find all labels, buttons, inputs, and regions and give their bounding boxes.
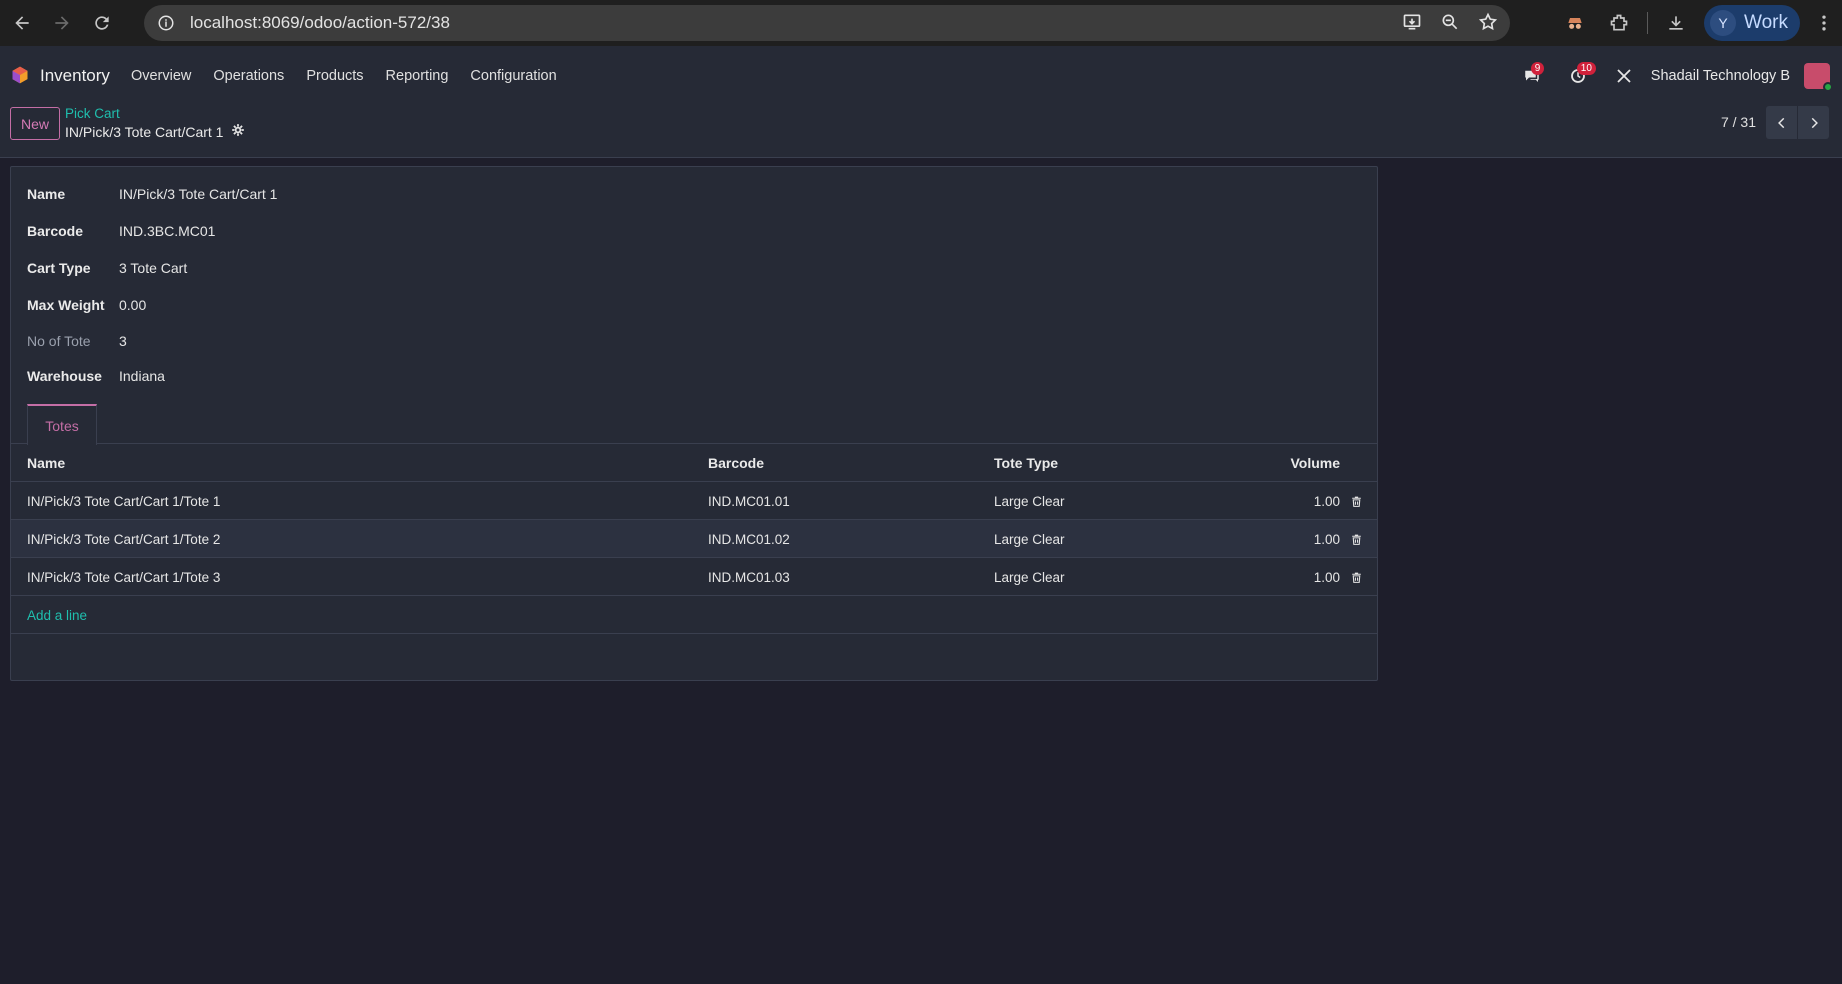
forward-icon bbox=[42, 3, 82, 43]
row-tote-type[interactable]: Large Clear bbox=[994, 482, 1065, 520]
user-avatar[interactable] bbox=[1804, 63, 1833, 92]
reload-icon[interactable] bbox=[82, 3, 122, 43]
downloads-icon[interactable] bbox=[1654, 1, 1698, 45]
install-app-icon[interactable] bbox=[1402, 12, 1422, 35]
profile-avatar: Y bbox=[1710, 10, 1737, 36]
column-header-volume[interactable]: Volume bbox=[1290, 444, 1340, 482]
control-panel: New Pick Cart IN/Pick/3 Tote Cart/Cart 1… bbox=[0, 106, 1842, 158]
field-label: Name bbox=[27, 186, 66, 202]
menu-reporting[interactable]: Reporting bbox=[375, 68, 460, 84]
field-max-weight: Max Weight 0.00 bbox=[27, 295, 146, 315]
table-row[interactable]: IN/Pick/3 Tote Cart/Cart 1/Tote 2 IND.MC… bbox=[11, 520, 1377, 558]
row-name[interactable]: IN/Pick/3 Tote Cart/Cart 1/Tote 2 bbox=[27, 520, 220, 558]
warehouse-field[interactable]: Indiana bbox=[119, 368, 165, 384]
row-name[interactable]: IN/Pick/3 Tote Cart/Cart 1/Tote 3 bbox=[27, 558, 220, 596]
menu-operations[interactable]: Operations bbox=[202, 68, 295, 84]
zoom-icon[interactable] bbox=[1440, 12, 1460, 35]
breadcrumb: IN/Pick/3 Tote Cart/Cart 1 bbox=[65, 123, 245, 140]
field-label: Barcode bbox=[27, 223, 84, 239]
app-name[interactable]: Inventory bbox=[40, 66, 110, 86]
max-weight-field[interactable]: 0.00 bbox=[119, 297, 146, 313]
trash-icon[interactable] bbox=[1347, 558, 1365, 596]
messages-badge: 9 bbox=[1530, 62, 1545, 75]
add-line-link[interactable]: Add a line bbox=[27, 596, 87, 634]
profile-button[interactable]: Y Work bbox=[1704, 5, 1800, 41]
field-no-of-tote: No of Tote 3 bbox=[27, 331, 127, 351]
activities-icon[interactable]: 10 bbox=[1563, 61, 1596, 91]
row-tote-type[interactable]: Large Clear bbox=[994, 558, 1065, 596]
field-label: Warehouse bbox=[27, 368, 102, 384]
menu-overview[interactable]: Overview bbox=[120, 68, 202, 84]
activities-badge: 10 bbox=[1576, 62, 1596, 75]
menu-products[interactable]: Products bbox=[295, 68, 374, 84]
add-line-row: Add a line bbox=[11, 596, 1377, 634]
profile-label: Work bbox=[1744, 12, 1788, 33]
extensions-icon[interactable] bbox=[1597, 1, 1641, 45]
breadcrumb-parent-link[interactable]: Pick Cart bbox=[65, 106, 120, 121]
field-label: Cart Type bbox=[27, 260, 91, 276]
new-button[interactable]: New bbox=[10, 107, 60, 140]
table-row[interactable]: IN/Pick/3 Tote Cart/Cart 1/Tote 3 IND.MC… bbox=[11, 558, 1377, 596]
table-header: Name Barcode Tote Type Volume bbox=[11, 444, 1377, 482]
address-bar[interactable]: localhost:8069/odoo/action-572/38 bbox=[144, 5, 1510, 41]
row-barcode[interactable]: IND.MC01.01 bbox=[708, 482, 790, 520]
url-text[interactable]: localhost:8069/odoo/action-572/38 bbox=[190, 13, 450, 33]
trash-icon[interactable] bbox=[1347, 482, 1365, 520]
row-barcode[interactable]: IND.MC01.03 bbox=[708, 558, 790, 596]
table-row[interactable]: IN/Pick/3 Tote Cart/Cart 1/Tote 1 IND.MC… bbox=[11, 482, 1377, 520]
gear-icon[interactable] bbox=[231, 123, 245, 140]
name-field[interactable]: IN/Pick/3 Tote Cart/Cart 1 bbox=[119, 186, 277, 202]
notebook-tabs: Totes bbox=[11, 404, 1377, 445]
company-switcher[interactable]: Shadail Technology B bbox=[1651, 68, 1790, 84]
record-title: IN/Pick/3 Tote Cart/Cart 1 bbox=[65, 123, 224, 140]
cart-type-field[interactable]: 3 Tote Cart bbox=[119, 260, 187, 276]
field-cart-type: Cart Type 3 Tote Cart bbox=[27, 258, 187, 278]
bookmark-star-icon[interactable] bbox=[1478, 12, 1498, 35]
field-barcode: Barcode IND.3BC.MC01 bbox=[27, 221, 215, 241]
no-of-tote-field: 3 bbox=[119, 333, 127, 349]
browser-toolbar: localhost:8069/odoo/action-572/38 Y Work bbox=[0, 0, 1842, 46]
online-status-icon bbox=[1823, 82, 1833, 92]
back-icon[interactable] bbox=[2, 3, 42, 43]
row-barcode[interactable]: IND.MC01.02 bbox=[708, 520, 790, 558]
row-volume[interactable]: 1.00 bbox=[1314, 558, 1340, 596]
barcode-field[interactable]: IND.3BC.MC01 bbox=[119, 223, 215, 239]
row-volume[interactable]: 1.00 bbox=[1314, 482, 1340, 520]
column-header-name[interactable]: Name bbox=[27, 444, 65, 482]
browser-menu-icon[interactable] bbox=[1806, 1, 1842, 45]
pager-value[interactable]: 7 / 31 bbox=[1721, 114, 1756, 130]
row-volume[interactable]: 1.00 bbox=[1314, 520, 1340, 558]
chevron-left-icon bbox=[1777, 117, 1784, 128]
row-name[interactable]: IN/Pick/3 Tote Cart/Cart 1/Tote 1 bbox=[27, 482, 220, 520]
incognito-extension-icon[interactable] bbox=[1553, 1, 1597, 45]
pager-next-button[interactable] bbox=[1798, 106, 1829, 139]
trash-icon[interactable] bbox=[1347, 520, 1365, 558]
chevron-right-icon bbox=[1811, 117, 1818, 128]
main-navbar: Inventory Overview Operations Products R… bbox=[0, 46, 1842, 106]
toolbar-divider bbox=[1647, 12, 1649, 34]
column-header-barcode[interactable]: Barcode bbox=[708, 444, 764, 482]
field-warehouse: Warehouse Indiana bbox=[27, 366, 165, 386]
site-info-icon[interactable] bbox=[148, 5, 184, 41]
field-label: No of Tote bbox=[27, 333, 91, 349]
messages-icon[interactable]: 9 bbox=[1517, 61, 1547, 91]
field-name: Name IN/Pick/3 Tote Cart/Cart 1 bbox=[27, 184, 277, 204]
app-logo-icon[interactable] bbox=[0, 65, 30, 88]
row-tote-type[interactable]: Large Clear bbox=[994, 520, 1065, 558]
field-label: Max Weight bbox=[27, 297, 105, 313]
form-sheet: Name IN/Pick/3 Tote Cart/Cart 1 Barcode … bbox=[10, 166, 1378, 681]
menu-configuration[interactable]: Configuration bbox=[459, 68, 567, 84]
tab-totes[interactable]: Totes bbox=[27, 404, 97, 445]
tools-icon[interactable] bbox=[1609, 61, 1639, 91]
column-header-tote-type[interactable]: Tote Type bbox=[994, 444, 1058, 482]
pager-previous-button[interactable] bbox=[1766, 106, 1797, 139]
